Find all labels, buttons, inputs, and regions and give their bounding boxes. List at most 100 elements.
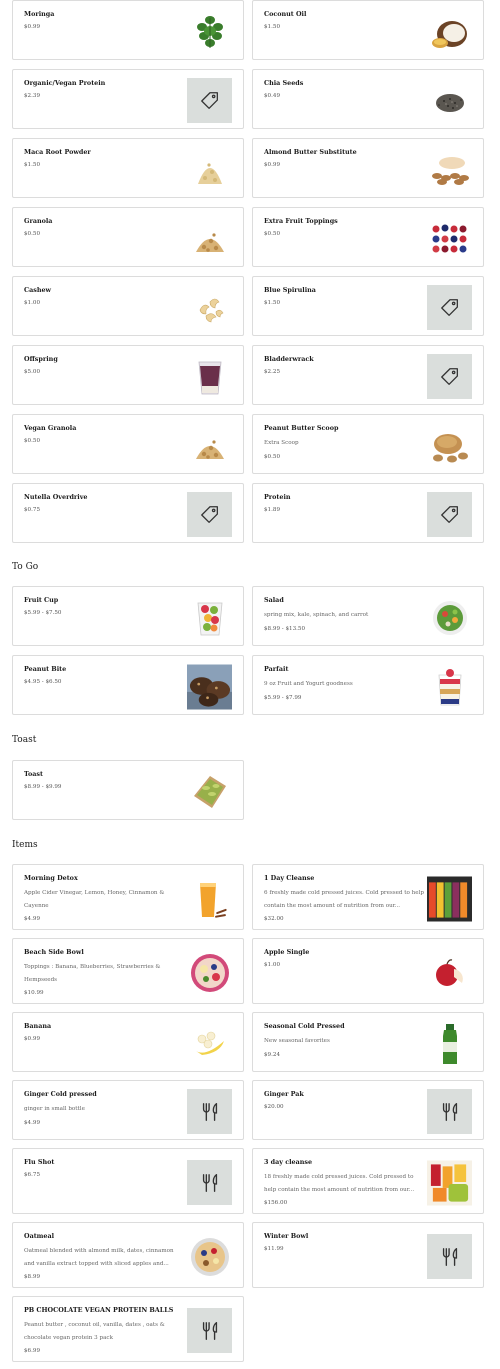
menu-item-card[interactable]: Winter Bowl $11.99 — [252, 1222, 484, 1288]
item-name: Oatmeal — [24, 1232, 55, 1240]
item-price: $0.50 — [24, 438, 41, 444]
item-name: Granola — [24, 217, 53, 225]
menu-item-card[interactable]: 3 day cleanse 18 freshly made cold presse… — [252, 1148, 484, 1214]
menu-item-card[interactable]: Beach Side Bowl Toppings : Banana, Bluebe… — [12, 938, 244, 1004]
menu-item-card[interactable]: Peanut Butter Scoop Extra Scoop $0.50 — [252, 414, 484, 474]
section-title-to-go: To Go — [12, 562, 39, 572]
menu-item-card[interactable]: Bladderwrack $2.25 — [252, 345, 484, 405]
item-name: Almond Butter Substitute — [264, 148, 357, 156]
menu-item-card[interactable]: Nutella Overdrive $0.75 — [12, 483, 244, 543]
item-price: $8.99 - $9.99 — [24, 784, 62, 790]
item-name: Peanut Butter Scoop — [264, 424, 339, 432]
item-description: 18 freshly made cold pressed juices. Col… — [264, 1174, 415, 1193]
item-description: 9 oz Fruit and Yogurt goodness — [264, 681, 353, 687]
item-description: Toppings : Banana, Blueberries, Strawber… — [24, 964, 161, 983]
menu-item-card[interactable]: Protein $1.89 — [252, 483, 484, 543]
menu-item-card[interactable]: Morning Detox Apple Cider Vinegar, Lemon,… — [12, 864, 244, 930]
item-price: $0.49 — [264, 93, 281, 99]
item-price: $0.99 — [264, 162, 281, 168]
item-name: Ginger Cold pressed — [24, 1090, 97, 1098]
menu-item-card[interactable]: 1 Day Cleanse 6 freshly made cold pressed… — [252, 864, 484, 930]
item-name: Organic/Vegan Protein — [24, 79, 106, 87]
menu-item-card[interactable]: Ginger Cold pressed ginger in small bottl… — [12, 1080, 244, 1140]
menu-page: Moringa $0.99 Coconut Oil $1.50 Organic/Vega… — [0, 0, 500, 1369]
item-price: $6.99 — [24, 1348, 41, 1354]
menu-item-card[interactable]: Granola $0.50 — [12, 207, 244, 267]
menu-item-card[interactable]: Toast $8.99 - $9.99 — [12, 760, 244, 820]
menu-item-card[interactable]: Blue Spirulina $1.50 — [252, 276, 484, 336]
menu-item-card[interactable]: Almond Butter Substitute $0.99 — [252, 138, 484, 198]
item-name: Nutella Overdrive — [24, 493, 88, 501]
smoothie-cup-image — [187, 354, 232, 399]
menu-item-card[interactable]: Organic/Vegan Protein $2.39 — [12, 69, 244, 129]
utensils-icon — [187, 1160, 232, 1205]
item-name: Chia Seeds — [264, 79, 304, 87]
item-description: spring mix, kale, spinach, and carrot — [264, 612, 369, 618]
item-price: $4.99 — [24, 916, 41, 922]
item-name: Offspring — [24, 355, 58, 363]
utensils-icon — [427, 1234, 472, 1279]
item-name: Peanut Bite — [24, 665, 67, 673]
item-price: $10.99 — [24, 990, 44, 996]
salad-image — [427, 595, 472, 640]
item-name: Apple Single — [264, 948, 310, 956]
item-name: Winter Bowl — [264, 1232, 309, 1240]
menu-item-card[interactable]: Coconut Oil $1.50 — [252, 0, 484, 60]
menu-item-card[interactable]: PB CHOCOLATE VEGAN PROTEIN BALLS Peanut b… — [12, 1296, 244, 1362]
menu-item-card[interactable]: Seasonal Cold Pressed New seasonal favori… — [252, 1012, 484, 1072]
menu-item-card[interactable]: Offspring $5.00 — [12, 345, 244, 405]
item-name: Moringa — [24, 10, 55, 18]
banana-image — [187, 1021, 232, 1066]
maca-powder-image — [187, 147, 232, 192]
price-tag-icon — [427, 354, 472, 399]
chia-seeds-image — [427, 78, 472, 123]
price-tag-icon — [187, 78, 232, 123]
juice-assortment-image — [427, 1160, 472, 1205]
item-description: 6 freshly made cold pressed juices. Cold… — [264, 890, 424, 909]
item-price: $4.95 - $6.50 — [24, 679, 62, 685]
item-name: Cashew — [24, 286, 52, 294]
item-name: Coconut Oil — [264, 10, 307, 18]
menu-item-card[interactable]: Oatmeal Oatmeal blended with almond milk,… — [12, 1222, 244, 1288]
item-description: Extra Scoop — [264, 440, 299, 446]
item-name: Flu Shot — [24, 1158, 55, 1166]
menu-item-card[interactable]: Vegan Granola $0.50 — [12, 414, 244, 474]
item-price: $0.99 — [24, 24, 41, 30]
moringa-leaf-image — [187, 9, 232, 54]
peanut-bite-image — [187, 664, 232, 709]
menu-item-card[interactable]: Moringa $0.99 — [12, 0, 244, 60]
menu-item-card[interactable]: Maca Root Powder $1.50 — [12, 138, 244, 198]
item-name: Extra Fruit Toppings — [264, 217, 338, 225]
item-price: $0.50 — [264, 231, 281, 237]
item-price: $1.50 — [264, 24, 281, 30]
menu-item-card[interactable]: Banana $0.99 — [12, 1012, 244, 1072]
menu-item-card[interactable]: Apple Single $1.00 — [252, 938, 484, 1004]
menu-item-card[interactable]: Fruit Cup $5.99 - $7.50 — [12, 586, 244, 646]
menu-item-card[interactable]: Flu Shot $6.75 — [12, 1148, 244, 1214]
menu-item-card[interactable]: Salad spring mix, kale, spinach, and carr… — [252, 586, 484, 646]
item-price: $4.99 — [24, 1119, 41, 1126]
item-name: Toast — [24, 770, 43, 778]
item-price: $5.99 - $7.99 — [264, 694, 302, 701]
item-price: $6.75 — [24, 1172, 41, 1178]
item-name: Salad — [264, 596, 284, 604]
item-price: $156.00 — [264, 1200, 288, 1206]
item-name: PB CHOCOLATE VEGAN PROTEIN BALLS — [24, 1306, 174, 1314]
item-description: New seasonal favorites — [264, 1038, 330, 1044]
menu-item-card[interactable]: Chia Seeds $0.49 — [252, 69, 484, 129]
item-price: $5.99 - $7.50 — [24, 610, 62, 616]
price-tag-icon — [187, 492, 232, 537]
apple-image — [427, 950, 472, 995]
menu-item-card[interactable]: Ginger Pak $20.00 — [252, 1080, 484, 1140]
menu-item-card[interactable]: Parfait 9 oz Fruit and Yogurt goodness $5.… — [252, 655, 484, 715]
item-name: Parfait — [264, 665, 289, 673]
item-name: Ginger Pak — [264, 1090, 304, 1098]
item-price: $0.50 — [24, 231, 41, 237]
menu-item-card[interactable]: Cashew $1.00 — [12, 276, 244, 336]
item-price: $9.24 — [264, 1051, 281, 1058]
item-price: $8.99 — [24, 1274, 41, 1280]
menu-item-card[interactable]: Extra Fruit Toppings $0.50 — [252, 207, 484, 267]
item-name: 3 day cleanse — [264, 1158, 313, 1166]
price-tag-icon — [427, 285, 472, 330]
menu-item-card[interactable]: Peanut Bite $4.95 - $6.50 — [12, 655, 244, 715]
